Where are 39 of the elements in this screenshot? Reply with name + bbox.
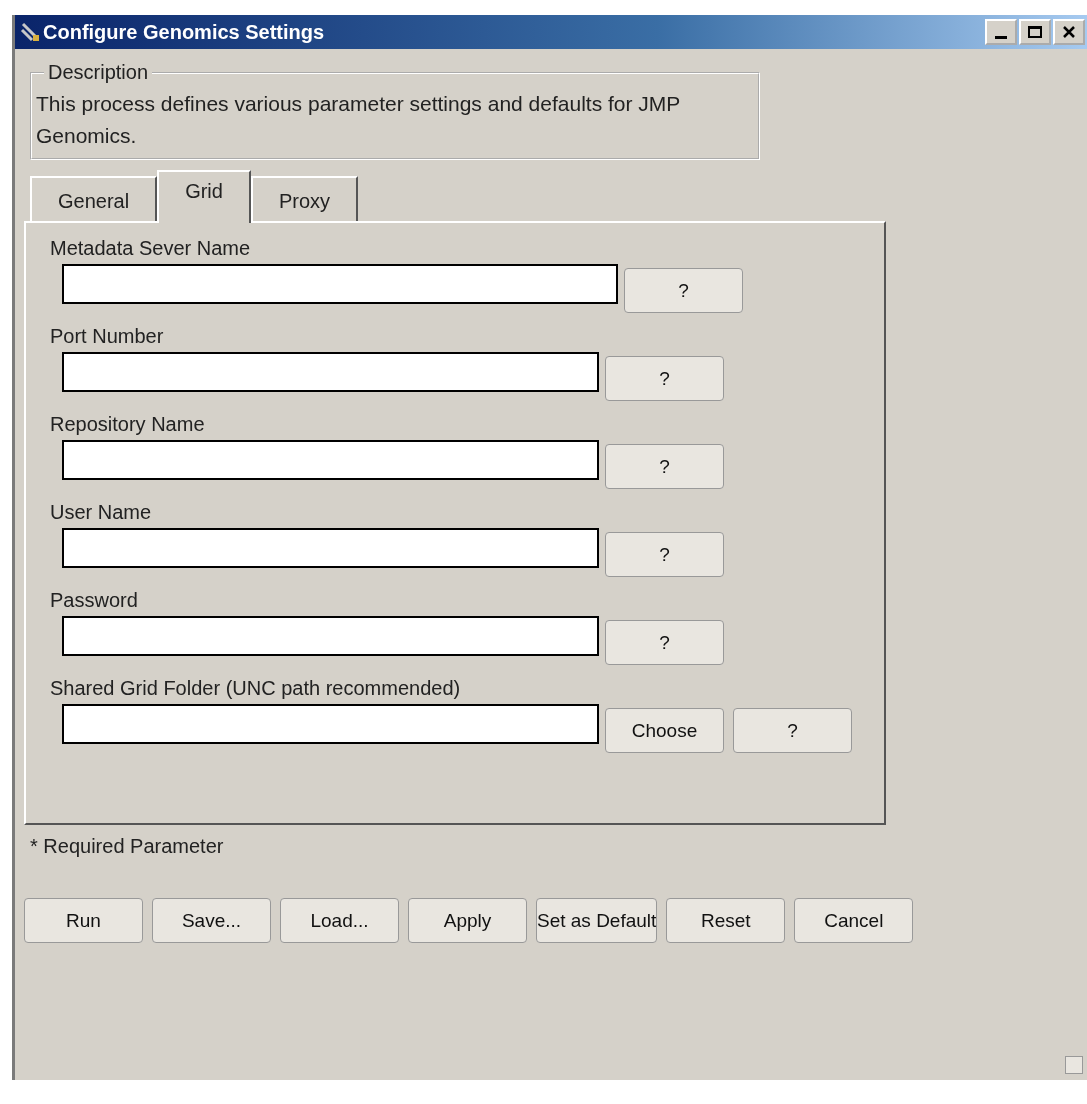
help-button[interactable]: ?	[605, 356, 724, 401]
field-label: Repository Name	[50, 413, 206, 436]
minimize-button[interactable]	[985, 19, 1017, 45]
help-button[interactable]: ?	[733, 708, 852, 753]
action-button[interactable]: Cancel	[794, 898, 914, 943]
input-field[interactable]	[62, 528, 599, 568]
tab[interactable]: Grid	[157, 170, 251, 223]
field-label: Port Number	[50, 325, 165, 348]
close-icon	[1062, 25, 1076, 39]
close-button[interactable]	[1053, 19, 1085, 45]
input-field[interactable]	[62, 704, 599, 744]
resize-grip[interactable]	[1065, 1056, 1083, 1074]
action-button[interactable]: Save...	[152, 898, 271, 943]
tools-icon	[19, 21, 41, 43]
field-label: Password	[50, 589, 139, 612]
input-field[interactable]	[62, 616, 599, 656]
input-field[interactable]	[62, 352, 599, 392]
field-label: User Name	[50, 501, 153, 524]
help-button[interactable]: ?	[605, 620, 724, 665]
input-field[interactable]	[62, 264, 618, 304]
window-title: Configure Genomics Settings	[43, 20, 325, 44]
help-button[interactable]: ?	[624, 268, 743, 313]
field-label: Shared Grid Folder (UNC path recommended)	[50, 677, 462, 700]
action-button[interactable]: Set as Default	[536, 898, 658, 943]
action-button[interactable]: Load...	[280, 898, 399, 943]
choose-button[interactable]: Choose	[605, 708, 724, 753]
help-button[interactable]: ?	[605, 532, 724, 577]
action-button[interactable]: Apply	[408, 898, 527, 943]
maximize-button[interactable]	[1019, 19, 1051, 45]
description-text: This process defines various parameter settings and defaults for JMP Genomics.	[36, 91, 681, 149]
required-note: * Required Parameter	[30, 835, 224, 858]
input-field[interactable]	[62, 440, 599, 480]
tab[interactable]: Proxy	[250, 176, 359, 221]
tab[interactable]: General	[30, 176, 158, 221]
field-label: Metadata Sever Name	[50, 237, 252, 260]
group-legend: Description	[44, 61, 153, 84]
action-button[interactable]: Reset	[666, 898, 786, 943]
action-button[interactable]: Run	[24, 898, 143, 943]
help-button[interactable]: ?	[605, 444, 724, 489]
